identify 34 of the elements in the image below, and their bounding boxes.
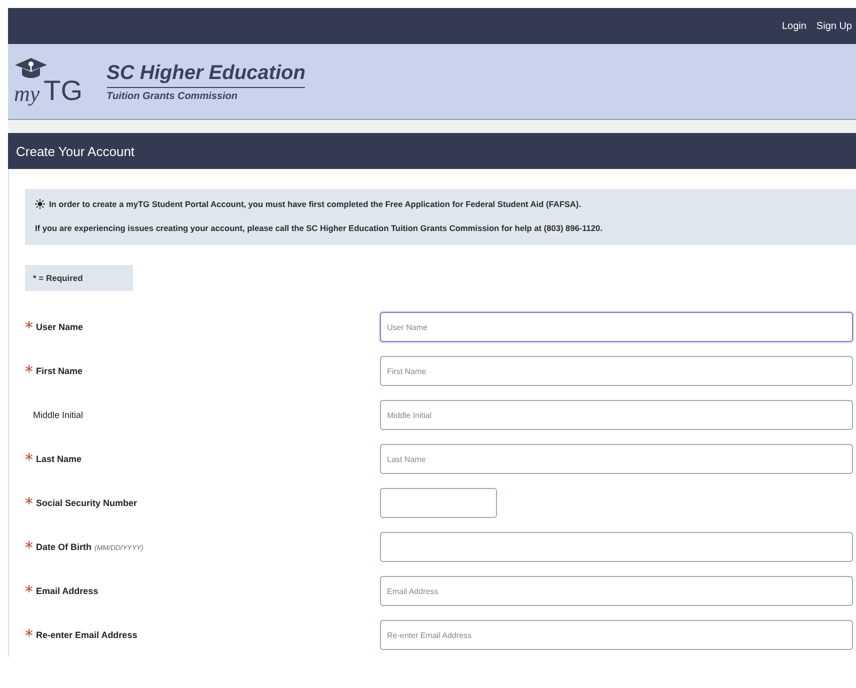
input-field[interactable] — [380, 488, 497, 518]
input-field[interactable]: User Name — [380, 312, 853, 342]
nav-link[interactable]: Login — [782, 20, 806, 32]
nav-link[interactable]: Sign Up — [816, 20, 852, 32]
required-marker: * — [25, 450, 33, 468]
graduation-cap-icon — [14, 56, 48, 78]
notice-text: In order to create a myTG Student Portal Account, you must have first completed the Free Application for Federal Student Aid (FAFSA). — [49, 199, 581, 209]
field-label: Social Security Number — [36, 498, 138, 508]
field-label: Last Name — [36, 454, 82, 464]
logo-text: my — [14, 80, 40, 106]
field-label: Middle Initial — [32, 410, 84, 420]
required-marker: * — [25, 582, 33, 600]
required-marker: * — [25, 494, 33, 512]
sun-icon — [35, 199, 45, 209]
field-label: Email Address — [36, 586, 98, 596]
page-title: Create Your Account — [8, 133, 856, 169]
notice-text: If you are experiencing issues creating your account, please call the SC Higher Education Tuition Grants Commission for help at (803) 896-1120. — [35, 223, 602, 233]
field-label: Re-enter Email Address — [36, 630, 138, 640]
required-marker: * — [25, 538, 33, 556]
field-label: First Name — [36, 366, 83, 376]
input-field[interactable]: Re-enter Email Address — [380, 620, 853, 650]
field-label: User Name — [36, 322, 84, 332]
required-marker: * — [25, 318, 33, 336]
input-field[interactable]: Middle Initial — [380, 400, 853, 430]
input-field[interactable]: First Name — [380, 356, 853, 386]
required-marker: * — [25, 626, 33, 644]
site-subtitle: Tuition Grants Commission — [106, 90, 238, 102]
input-field[interactable]: Email Address — [380, 576, 853, 606]
site-title: SC Higher Education — [106, 62, 306, 88]
input-field[interactable] — [380, 532, 853, 562]
logo-text: TG — [44, 74, 83, 106]
input-field[interactable]: Last Name — [380, 444, 853, 474]
required-marker: * — [25, 362, 33, 380]
required-legend: * = Required — [25, 265, 133, 291]
